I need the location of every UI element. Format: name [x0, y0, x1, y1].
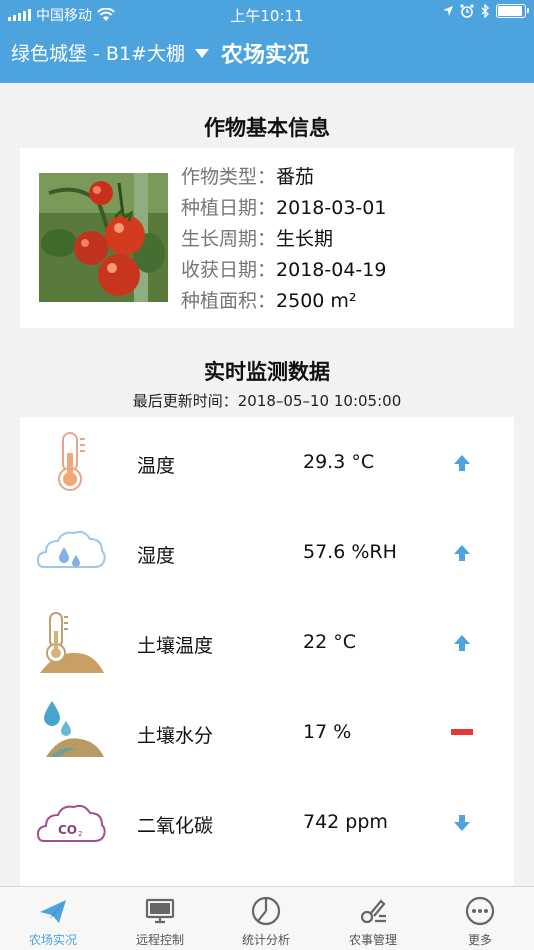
arrow-up-icon [454, 545, 470, 561]
monitor-row-partial [20, 867, 514, 887]
nav-bar: 绿色城堡 - B1#大棚 农场实况 [0, 28, 534, 83]
monitor-name: 二氧化碳 [137, 815, 214, 837]
svg-text:CO: CO [58, 823, 77, 837]
monitor-value: 742 ppm [303, 811, 388, 833]
co2-cloud-icon: CO 2 [36, 804, 106, 842]
tab-farm-overview[interactable]: 农场实况 [0, 887, 106, 950]
monitor-name: 温度 [137, 455, 176, 477]
monitor-value: 17 % [303, 721, 352, 743]
crop-info-row: 生长周期：生长期 [181, 228, 334, 250]
crop-info-row: 作物类型：番茄 [181, 166, 315, 188]
monitor-list: 温度 29.3 °C 湿度 57.6 %RH 土壤温度 22 °C 土壤水分 1… [20, 417, 514, 887]
monitor-row-humidity[interactable]: 湿度 57.6 %RH [20, 507, 514, 597]
monitor-row-temperature[interactable]: 温度 29.3 °C [20, 417, 514, 507]
battery-icon [496, 4, 529, 18]
arrow-up-icon [454, 635, 470, 651]
crop-photo [39, 173, 168, 302]
crop-info-card: 作物类型：番茄 种植日期：2018-03-01 生长周期：生长期 收获日期：20… [20, 148, 514, 328]
thermometer-icon [58, 432, 85, 491]
status-bar: 中国移动 上午10:11 [0, 0, 534, 28]
tab-statistics[interactable]: 统计分析 [213, 887, 319, 950]
location-icon [443, 6, 453, 16]
page-title: 农场实况 [221, 43, 310, 68]
monitor-row-soil-moisture[interactable]: 土壤水分 17 % [20, 687, 514, 777]
alarm-icon [460, 4, 474, 18]
paper-plane-icon [40, 900, 66, 923]
monitor-name: 土壤水分 [137, 725, 214, 747]
svg-text:2: 2 [78, 830, 82, 838]
monitor-row-soil-temperature[interactable]: 土壤温度 22 °C [20, 597, 514, 687]
last-updated-time: 最后更新时间：2018–05–10 10:05:00 [132, 392, 402, 410]
status-right [442, 4, 529, 18]
monitor-icon [145, 898, 175, 924]
crop-info-row: 收获日期：2018-04-19 [181, 259, 387, 281]
monitor-value: 22 °C [303, 631, 356, 653]
tools-icon [360, 899, 386, 924]
monitor-heading: 实时监测数据 [204, 360, 330, 384]
crop-info-heading: 作物基本信息 [204, 116, 330, 140]
tab-farm-management[interactable]: 农事管理 [320, 887, 426, 950]
farm-selector-label: 绿色城堡 - B1#大棚 [11, 43, 185, 65]
arrow-down-icon [454, 815, 470, 831]
arrow-up-icon [454, 455, 470, 471]
monitor-value: 29.3 °C [303, 451, 375, 473]
tab-bar: 农场实况 远程控制 统计分析 农事管理 更多 [0, 886, 534, 950]
soil-moisture-icon [44, 701, 104, 757]
farm-selector[interactable]: 绿色城堡 - B1#大棚 [11, 39, 209, 66]
crop-info-row: 种植日期：2018-03-01 [181, 197, 387, 219]
crop-info-row: 种植面积：2500 m² [181, 290, 357, 312]
dash-flat-icon [451, 729, 473, 735]
pie-chart-icon [251, 896, 281, 926]
chevron-down-icon [194, 49, 209, 58]
crop-info-fields: 作物类型：番茄 种植日期：2018-03-01 生长周期：生长期 收获日期：20… [181, 162, 386, 317]
more-icon [465, 896, 495, 926]
monitor-value: 57.6 %RH [303, 541, 397, 563]
tab-remote-control[interactable]: 远程控制 [107, 887, 213, 950]
soil-temperature-icon [40, 612, 104, 673]
monitor-name: 湿度 [137, 545, 176, 567]
humidity-cloud-icon [36, 530, 106, 568]
bluetooth-icon [481, 4, 489, 18]
tab-more[interactable]: 更多 [427, 887, 533, 950]
monitor-row-co2[interactable]: CO 2 二氧化碳 742 ppm [20, 777, 514, 867]
monitor-name: 土壤温度 [137, 635, 214, 657]
